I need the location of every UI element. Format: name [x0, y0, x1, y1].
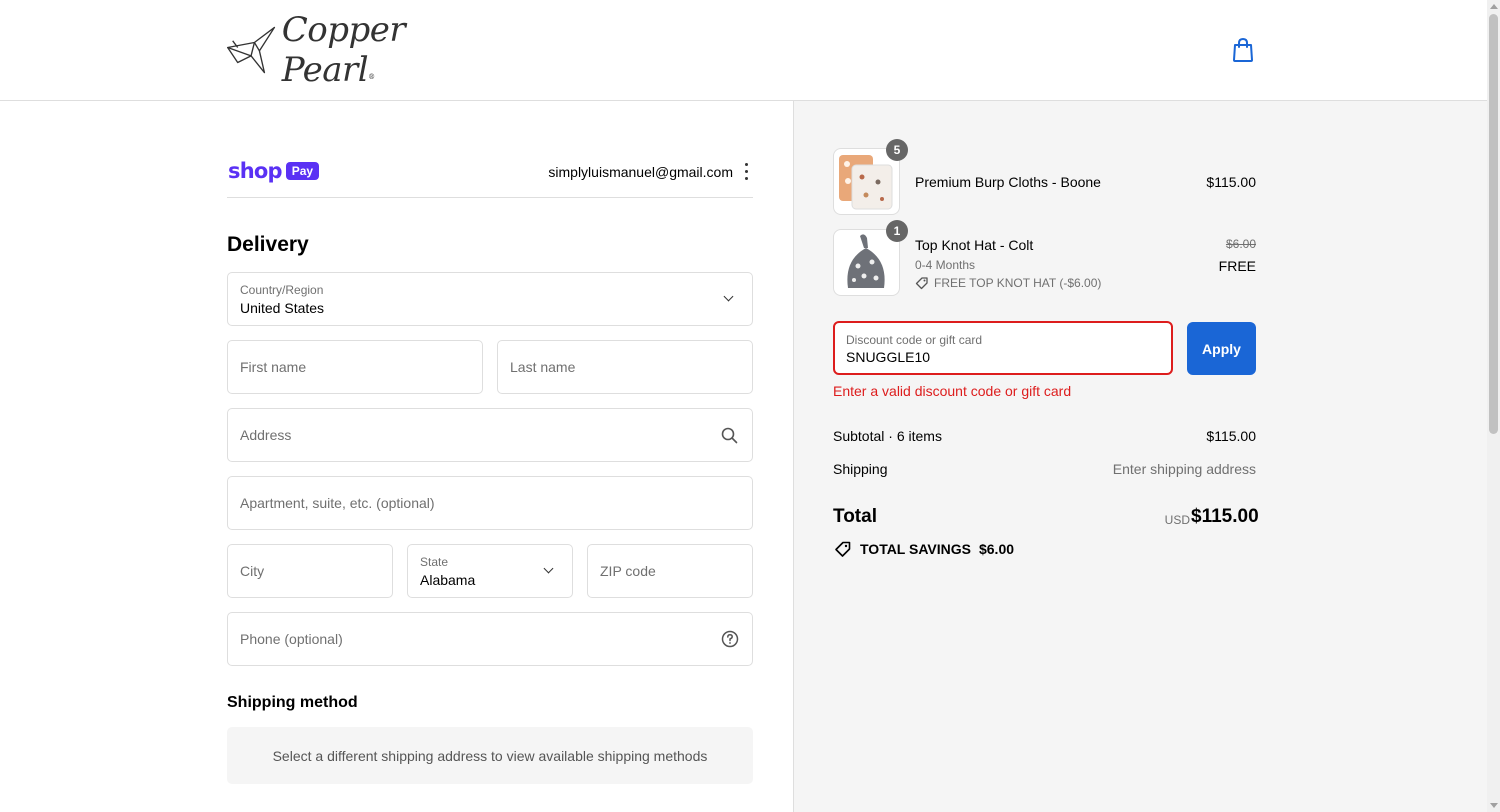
item-name: Top Knot Hat - Colt [915, 237, 1034, 253]
product-thumbnail: 1 [833, 220, 908, 296]
scroll-thumb[interactable] [1489, 14, 1498, 434]
kebab-icon[interactable] [742, 163, 750, 180]
chevron-down-icon [723, 291, 734, 302]
pay-badge: Pay [285, 162, 320, 180]
origami-bird-icon [227, 26, 276, 74]
shipping-method-notice: Select a different shipping address to v… [227, 727, 753, 784]
burp-cloth-image [839, 155, 893, 210]
shipping-method-heading: Shipping method [227, 694, 358, 711]
help-circle-icon[interactable] [721, 630, 739, 648]
address-field[interactable]: Address [227, 408, 753, 462]
city-field[interactable]: City [227, 544, 393, 598]
product-thumbnail: 5 [833, 139, 908, 215]
scroll-up-arrow-icon[interactable] [1490, 4, 1498, 9]
item-name: Premium Burp Cloths - Boone [915, 174, 1101, 190]
item-price: $115.00 [1206, 174, 1256, 190]
brand-logo[interactable]: Copper Pearl® [226, 10, 471, 90]
discount-error-message: Enter a valid discount code or gift card [833, 383, 1072, 399]
currency-code: USD [1164, 513, 1190, 527]
item-price: FREE [1218, 258, 1256, 274]
shipping-label: Shipping [833, 461, 888, 477]
total-value: $115.00 [1191, 506, 1259, 527]
shipping-value: Enter shipping address [1112, 461, 1256, 477]
phone-field[interactable]: Phone (optional) [227, 612, 753, 666]
country-select[interactable]: Country/Region United States [227, 272, 753, 326]
scroll-down-arrow-icon[interactable] [1490, 803, 1498, 808]
hat-image [847, 234, 885, 288]
item-discount: FREE TOP KNOT HAT (-$6.00) [915, 276, 1101, 290]
shop-pay-logo: shop Pay [228, 159, 320, 183]
tag-icon [915, 277, 928, 290]
account-email: simplyluismanuel@gmail.com [548, 164, 733, 180]
quantity-badge: 1 [886, 220, 908, 242]
site-header: Copper Pearl® [0, 0, 1487, 101]
apartment-field[interactable]: Apartment, suite, etc. (optional) [227, 476, 753, 530]
quantity-badge: 5 [886, 139, 908, 161]
divider [227, 197, 753, 198]
subtotal-label: Subtotal · 6 items [833, 428, 942, 444]
delivery-heading: Delivery [227, 233, 309, 256]
total-label: Total [833, 506, 877, 527]
chevron-down-icon [543, 563, 554, 574]
zip-code-field[interactable]: ZIP code [587, 544, 753, 598]
page-scrollbar[interactable] [1487, 0, 1500, 812]
shopping-bag-icon[interactable] [1231, 37, 1255, 63]
total-savings: TOTAL SAVINGS $6.00 [834, 540, 1014, 558]
item-variant: 0-4 Months [915, 258, 976, 272]
last-name-field[interactable]: Last name [497, 340, 753, 394]
state-select[interactable]: State Alabama [407, 544, 573, 598]
discount-code-input[interactable]: Discount code or gift card SNUGGLE10 [833, 321, 1173, 375]
search-icon[interactable] [721, 427, 738, 444]
brand-name: Copper Pearl® [281, 10, 406, 90]
subtotal-value: $115.00 [1206, 428, 1256, 444]
apply-discount-button[interactable]: Apply [1187, 322, 1256, 375]
first-name-field[interactable]: First name [227, 340, 483, 394]
item-original-price: $6.00 [1225, 237, 1256, 251]
tag-icon [835, 541, 851, 557]
